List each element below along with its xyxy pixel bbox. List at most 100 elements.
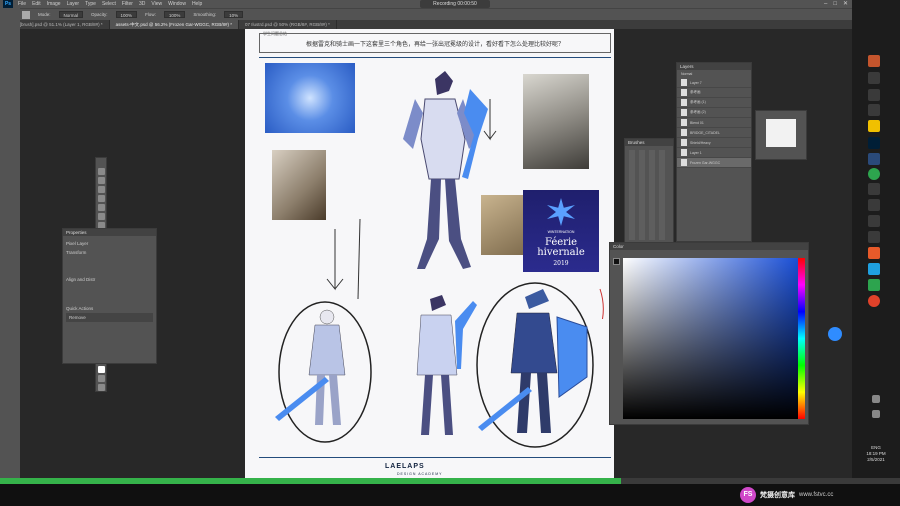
lasso-tool-icon[interactable] xyxy=(97,186,105,193)
mode-label: Mode: xyxy=(38,12,51,17)
menu-layer[interactable]: Layer xyxy=(67,1,80,7)
layer-row[interactable]: Blend 01 xyxy=(677,118,751,128)
menu-view[interactable]: View xyxy=(151,1,162,7)
photoshop-logo-icon: Ps xyxy=(3,0,13,8)
mode-select[interactable]: Normal xyxy=(58,11,84,18)
layer-thumbnail xyxy=(681,149,687,156)
menu-3d[interactable]: 3D xyxy=(139,1,145,7)
layers-mode-select[interactable]: Normal xyxy=(677,70,751,78)
taskbar-app-icon[interactable] xyxy=(868,263,880,275)
remove-background-button[interactable]: Remove xyxy=(66,313,153,322)
move-tool-icon[interactable] xyxy=(97,168,105,175)
quick-mask-icon[interactable] xyxy=(97,375,105,382)
transform-label[interactable]: Transform xyxy=(66,248,153,257)
transform-fields[interactable] xyxy=(66,257,153,275)
layer-row[interactable]: 参考画 (1) xyxy=(677,98,751,108)
taskbar-app-icon[interactable] xyxy=(868,279,880,291)
taskbar-clock[interactable]: ENG 18:19 PM 2/5/2021 xyxy=(858,445,894,463)
layer-thumbnail xyxy=(681,79,687,86)
layer-name: Frozen Gar-WGGC xyxy=(690,160,721,165)
taskbar-chat-icon[interactable] xyxy=(868,120,880,132)
foreground-swatch[interactable] xyxy=(613,258,620,265)
menu-help[interactable]: Help xyxy=(192,1,202,7)
taskbar-chrome-icon[interactable] xyxy=(868,168,880,180)
menu-file[interactable]: File xyxy=(18,1,26,7)
align-buttons[interactable] xyxy=(66,284,153,304)
layer-row[interactable]: Layer 7 xyxy=(677,78,751,88)
navigator-panel xyxy=(755,110,807,160)
taskbar-app-icon[interactable] xyxy=(868,183,880,195)
tab-document-3[interactable]: 07 Ilustrd.psd @ 50% (RGB/8#, RGB/8#) * xyxy=(239,20,337,29)
layer-row[interactable]: Shield/Heavy xyxy=(677,138,751,148)
taskbar-photoshop-icon[interactable] xyxy=(868,137,880,149)
background-color-swatch[interactable] xyxy=(97,366,105,373)
layer-row[interactable]: BRIDGE_CITADEL xyxy=(677,128,751,138)
opacity-field[interactable]: 100% xyxy=(115,11,138,18)
taskbar-app-icon[interactable] xyxy=(868,247,880,259)
taskbar-app-icon[interactable] xyxy=(868,104,880,116)
taskbar-app-icon[interactable] xyxy=(868,199,880,211)
layer-row[interactable]: Layer 1 xyxy=(677,148,751,158)
menu-image[interactable]: Image xyxy=(47,1,61,7)
tray-wifi-icon[interactable] xyxy=(872,395,880,403)
options-bar: Mode: Normal Opacity: 100% Flow: 100% Sm… xyxy=(0,8,852,20)
taskbar-app-icon[interactable] xyxy=(868,295,880,307)
screen-mode-icon[interactable] xyxy=(97,384,105,391)
header-rule xyxy=(259,57,611,58)
document-tabs: 05.3.5 [brush].psd @ 51.1% (Layer 1, RGB… xyxy=(0,20,852,29)
opacity-label: Opacity: xyxy=(91,12,108,17)
menu-filter[interactable]: Filter xyxy=(122,1,133,7)
close-icon[interactable]: ✕ xyxy=(843,0,848,8)
brush-tool-icon[interactable] xyxy=(22,10,30,19)
taskbar-app-icon[interactable] xyxy=(868,72,880,84)
align-label[interactable]: Align and Distr xyxy=(66,275,153,284)
tray-volume-icon[interactable] xyxy=(872,410,880,418)
smoothing-field[interactable]: 10% xyxy=(224,11,244,18)
layer-thumbnail xyxy=(681,159,687,166)
properties-sub: Pixel Layer xyxy=(66,241,89,246)
chat-bubble-icon[interactable] xyxy=(828,327,842,341)
brush-presets-grid[interactable] xyxy=(629,150,669,240)
layer-name: Layer 1 xyxy=(690,150,702,155)
quick-actions-label[interactable]: Quick Actions xyxy=(66,304,153,313)
hue-slider[interactable] xyxy=(798,258,805,419)
properties-panel: Properties Pixel Layer Transform Align a… xyxy=(62,228,157,364)
flow-field[interactable]: 100% xyxy=(163,11,186,18)
menu-window[interactable]: Window xyxy=(168,1,186,7)
layer-name: 参考画 xyxy=(690,90,701,94)
layer-thumbnail xyxy=(681,109,687,116)
color-field[interactable] xyxy=(623,258,798,419)
taskbar-app-icon[interactable] xyxy=(868,153,880,165)
menu-edit[interactable]: Edit xyxy=(32,1,41,7)
recording-indicator[interactable]: Recording 00:00:50 xyxy=(420,0,490,8)
crop-tool-icon[interactable] xyxy=(97,204,105,211)
document-canvas[interactable]: 学生问题总结 根据雷克和骑士画一下这套里三个角色，再给一张出冠冕级的设计，看好看… xyxy=(245,29,614,479)
watermark: FS 梵摄创意库 www.fstvc.cc xyxy=(740,484,833,506)
menu-type[interactable]: Type xyxy=(85,1,96,7)
menu-select[interactable]: Select xyxy=(102,1,116,7)
frame-tool-icon[interactable] xyxy=(97,213,105,220)
header-box: 根据雷克和骑士画一下这套里三个角色，再给一张出冠冕级的设计，看好看下怎么处理比较… xyxy=(259,33,611,53)
tab-document-2[interactable]: assets-中文.psd @ 56.2% (Frozen Gar-WGGC, … xyxy=(109,20,239,29)
layer-thumbnail xyxy=(681,119,687,126)
windows-taskbar: ENG 18:19 PM 2/5/2021 xyxy=(852,0,900,478)
layer-row[interactable]: 参考画 xyxy=(677,88,751,98)
marquee-tool-icon[interactable] xyxy=(97,177,105,184)
layers-title: Layers xyxy=(677,63,751,70)
maximize-icon[interactable]: □ xyxy=(833,0,837,8)
brushes-title: Brushes xyxy=(625,139,673,146)
layer-thumbnail xyxy=(681,89,687,96)
layer-row[interactable]: 参考画 (2) xyxy=(677,108,751,118)
laelaps-logo: LAELAPS xyxy=(385,463,425,470)
layer-name: Shield/Heavy xyxy=(690,140,711,145)
taskbar-app-icon[interactable] xyxy=(868,231,880,243)
smoothing-label: Smoothing: xyxy=(193,12,217,17)
taskbar-app-icon[interactable] xyxy=(868,55,880,67)
minimize-icon[interactable]: – xyxy=(824,0,827,8)
clock-date: 2/5/2021 xyxy=(867,457,885,462)
taskbar-app-icon[interactable] xyxy=(868,215,880,227)
taskbar-app-icon[interactable] xyxy=(868,89,880,101)
quick-select-tool-icon[interactable] xyxy=(97,195,105,202)
navigator-preview[interactable] xyxy=(766,119,796,147)
layer-row[interactable]: Frozen Gar-WGGC xyxy=(677,158,751,168)
